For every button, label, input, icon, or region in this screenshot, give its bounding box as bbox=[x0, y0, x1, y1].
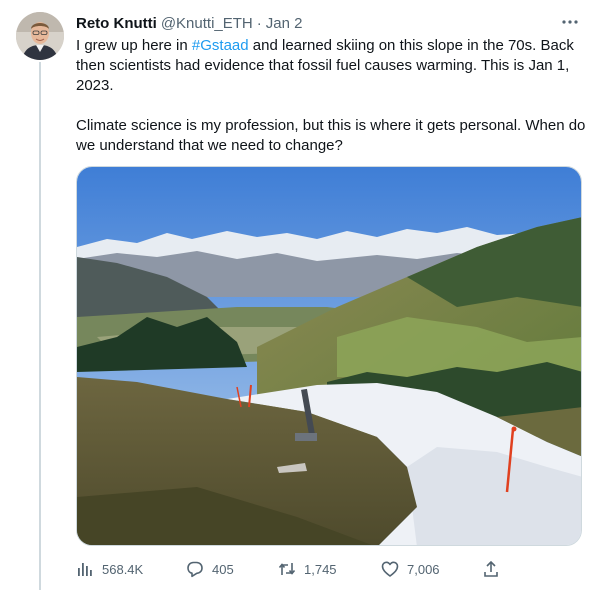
thread-line bbox=[39, 62, 41, 590]
views-count: 568.4K bbox=[102, 561, 144, 577]
reply-icon bbox=[187, 561, 203, 578]
retweet-button[interactable]: 1,745 bbox=[278, 558, 337, 580]
like-count: 7,006 bbox=[407, 561, 440, 577]
tweet-photo[interactable] bbox=[76, 166, 582, 546]
tweet-header: Reto Knutti @Knutti_ETH · Jan 2 bbox=[76, 13, 582, 33]
views-button[interactable]: 568.4K bbox=[76, 558, 143, 580]
tweet-actions: 568.4K 405 1,745 7,006 bbox=[76, 558, 506, 580]
retweet-icon bbox=[278, 563, 296, 575]
retweet-count: 1,745 bbox=[304, 561, 337, 577]
like-button[interactable]: 7,006 bbox=[381, 558, 440, 580]
reply-count: 405 bbox=[212, 561, 234, 577]
author-name[interactable]: Reto Knutti bbox=[76, 15, 157, 32]
tweet-paragraph-2: Climate science is my profession, but th… bbox=[76, 117, 586, 154]
share-icon bbox=[484, 560, 498, 577]
like-icon bbox=[381, 561, 399, 577]
avatar[interactable] bbox=[16, 12, 64, 60]
tweet-text: I grew up here in #Gstaad and learned sk… bbox=[76, 36, 586, 156]
author-handle[interactable]: @Knutti_ETH bbox=[161, 15, 253, 32]
reply-button[interactable]: 405 bbox=[186, 558, 234, 580]
tweet-date[interactable]: Jan 2 bbox=[266, 15, 303, 32]
share-button[interactable] bbox=[482, 558, 500, 580]
separator: · bbox=[256, 14, 262, 32]
hashtag-link[interactable]: #Gstaad bbox=[192, 37, 249, 54]
tweet-text-part-1: I grew up here in bbox=[76, 37, 192, 54]
more-button[interactable] bbox=[560, 12, 580, 32]
tweet-paragraph-1: I grew up here in #Gstaad and learned sk… bbox=[76, 36, 586, 96]
more-icon bbox=[562, 20, 578, 24]
views-icon bbox=[78, 563, 92, 576]
avatar-image bbox=[16, 12, 64, 60]
photo-image bbox=[77, 167, 581, 545]
